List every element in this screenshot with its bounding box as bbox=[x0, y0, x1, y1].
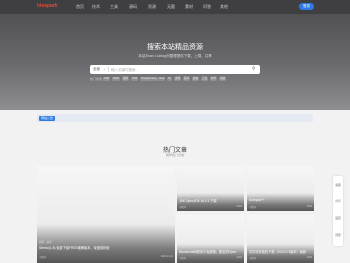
article-thumbnail bbox=[177, 166, 244, 211]
nav-item-tools[interactable]: 工具 bbox=[110, 4, 118, 10]
login-button[interactable]: 登录 bbox=[299, 3, 314, 10]
tag[interactable]: CSS bbox=[131, 77, 139, 81]
tag[interactable]: 源码 bbox=[122, 77, 130, 81]
article-author: 小程序 bbox=[249, 257, 257, 260]
notice-bar: 网站公告 bbox=[37, 114, 313, 122]
search-input[interactable] bbox=[111, 66, 251, 73]
tag[interactable]: 系统 bbox=[219, 77, 227, 81]
chevron-down-icon[interactable]: ⌄ bbox=[103, 67, 106, 71]
search-category-select[interactable]: 全部 bbox=[93, 67, 100, 72]
article-title[interactable]: Wormhole网络永久免费版，匿名的Open bbox=[179, 249, 236, 254]
article-category: 资源 · 技术 bbox=[249, 194, 262, 197]
nav-item-home[interactable]: 首页 bbox=[76, 4, 84, 10]
hero-title: 搜索本站精品资源 bbox=[147, 44, 203, 51]
nav-item-qa[interactable]: 问答 bbox=[203, 4, 211, 10]
article-title[interactable]: JDK OpenJDK 16.0.1 下载 bbox=[179, 198, 217, 203]
article-category: 资源 · 技术 bbox=[179, 244, 192, 247]
article-date: 2023 bbox=[236, 205, 242, 208]
article-date: 2023-01-01 bbox=[160, 255, 173, 258]
article-title[interactable]: Stemio(1.8) 免费下载FREE破解版本，深度剖析版 bbox=[39, 245, 110, 250]
floating-toolbar: 客服 分享 返回 顶部 bbox=[333, 176, 343, 246]
tag[interactable]: JAVA bbox=[112, 77, 121, 81]
article-date: 2023 bbox=[236, 256, 242, 259]
tag[interactable]: 程序 bbox=[183, 77, 191, 81]
article-category: 资源 · 技术 bbox=[39, 241, 52, 244]
article-thumbnail bbox=[247, 215, 314, 263]
article-title[interactable]: Notepad++ bbox=[249, 198, 265, 202]
float-item-share[interactable]: 分享 bbox=[333, 199, 343, 203]
article-category: 资源 · 技术 bbox=[179, 194, 192, 197]
article-thumbnail bbox=[247, 166, 314, 211]
tag[interactable]: Py bbox=[167, 77, 173, 81]
section-subtitle: 推荐热门文章 bbox=[165, 153, 184, 157]
search-icon[interactable]: ⚲ bbox=[252, 66, 256, 72]
nav-item-untitled[interactable]: 无题 bbox=[167, 4, 175, 10]
nav-item-resources[interactable]: 资源 bbox=[148, 4, 156, 10]
nav-item-materials[interactable]: 素材 bbox=[185, 4, 193, 10]
tag[interactable]: 软件 bbox=[210, 77, 218, 81]
article-thumbnail bbox=[177, 215, 244, 263]
tag[interactable]: ASP bbox=[103, 77, 111, 81]
tag[interactable]: Programming bbox=[140, 77, 158, 81]
notice-badge[interactable]: 网站公告 bbox=[39, 115, 55, 121]
article-card[interactable]: 资源 · 技术 Stemio(1.8) 免费下载FREE破解版本，深度剖析版 小… bbox=[37, 166, 175, 263]
article-card[interactable]: 资源 · 技术 JDK OpenJDK 16.0.1 下载 小程序 2023 bbox=[177, 166, 244, 211]
article-card[interactable]: 资源 · 技术 坑坑坑安装包下载（2024.0.3版本）最新 小程序 2023 bbox=[247, 215, 314, 263]
site-logo[interactable]: Ideapark bbox=[37, 3, 58, 9]
article-date: 2023 bbox=[306, 256, 312, 259]
tag[interactable]: 建站 bbox=[192, 77, 200, 81]
article-author: 小程序 bbox=[39, 256, 47, 259]
hero-banner: 搜索本站精品资源 本站Zhani Liublog何整理提供下载、上载、共享 全部… bbox=[0, 14, 350, 110]
article-category: 资源 · 技术 bbox=[249, 244, 262, 247]
article-author: 小程序 bbox=[179, 206, 187, 209]
hero-subtitle: 本站Zhani Liublog何整理提供下载、上载、共享 bbox=[138, 54, 212, 58]
search-bar: 全部 ⌄ bbox=[90, 65, 260, 74]
article-author: 小程序 bbox=[249, 206, 257, 209]
float-item-top[interactable]: 顶部 bbox=[333, 233, 343, 237]
float-item-service[interactable]: 客服 bbox=[333, 183, 343, 187]
nav-item-tech[interactable]: 技术 bbox=[92, 4, 100, 10]
float-item-back[interactable]: 返回 bbox=[333, 216, 343, 220]
article-date: 2023 bbox=[306, 205, 312, 208]
article-card[interactable]: 资源 · 技术 Notepad++ 小程序 2023 bbox=[247, 166, 314, 211]
article-author: 小程序 bbox=[179, 257, 187, 260]
tag[interactable]: 工具 bbox=[201, 77, 209, 81]
article-card[interactable]: 资源 · 技术 Wormhole网络永久免费版，匿名的Open 小程序 2023 bbox=[177, 215, 244, 263]
hot-search-tags: 热门搜索： ASP JAVA 源码 CSS Programming Java P… bbox=[90, 77, 270, 81]
article-title[interactable]: 坑坑坑安装包下载（2024.0.3版本）最新 bbox=[249, 249, 306, 254]
search-divider bbox=[108, 67, 109, 72]
nav-item-source[interactable]: 源码 bbox=[129, 4, 137, 10]
tag[interactable]: 资源 bbox=[174, 77, 182, 81]
top-navbar: Ideapark 首页 技术 工具 源码 资源 无题 素材 问答 其他 登录 bbox=[0, 0, 350, 14]
tag[interactable]: Java bbox=[158, 77, 166, 81]
nav-item-other[interactable]: 其他 bbox=[220, 4, 228, 10]
